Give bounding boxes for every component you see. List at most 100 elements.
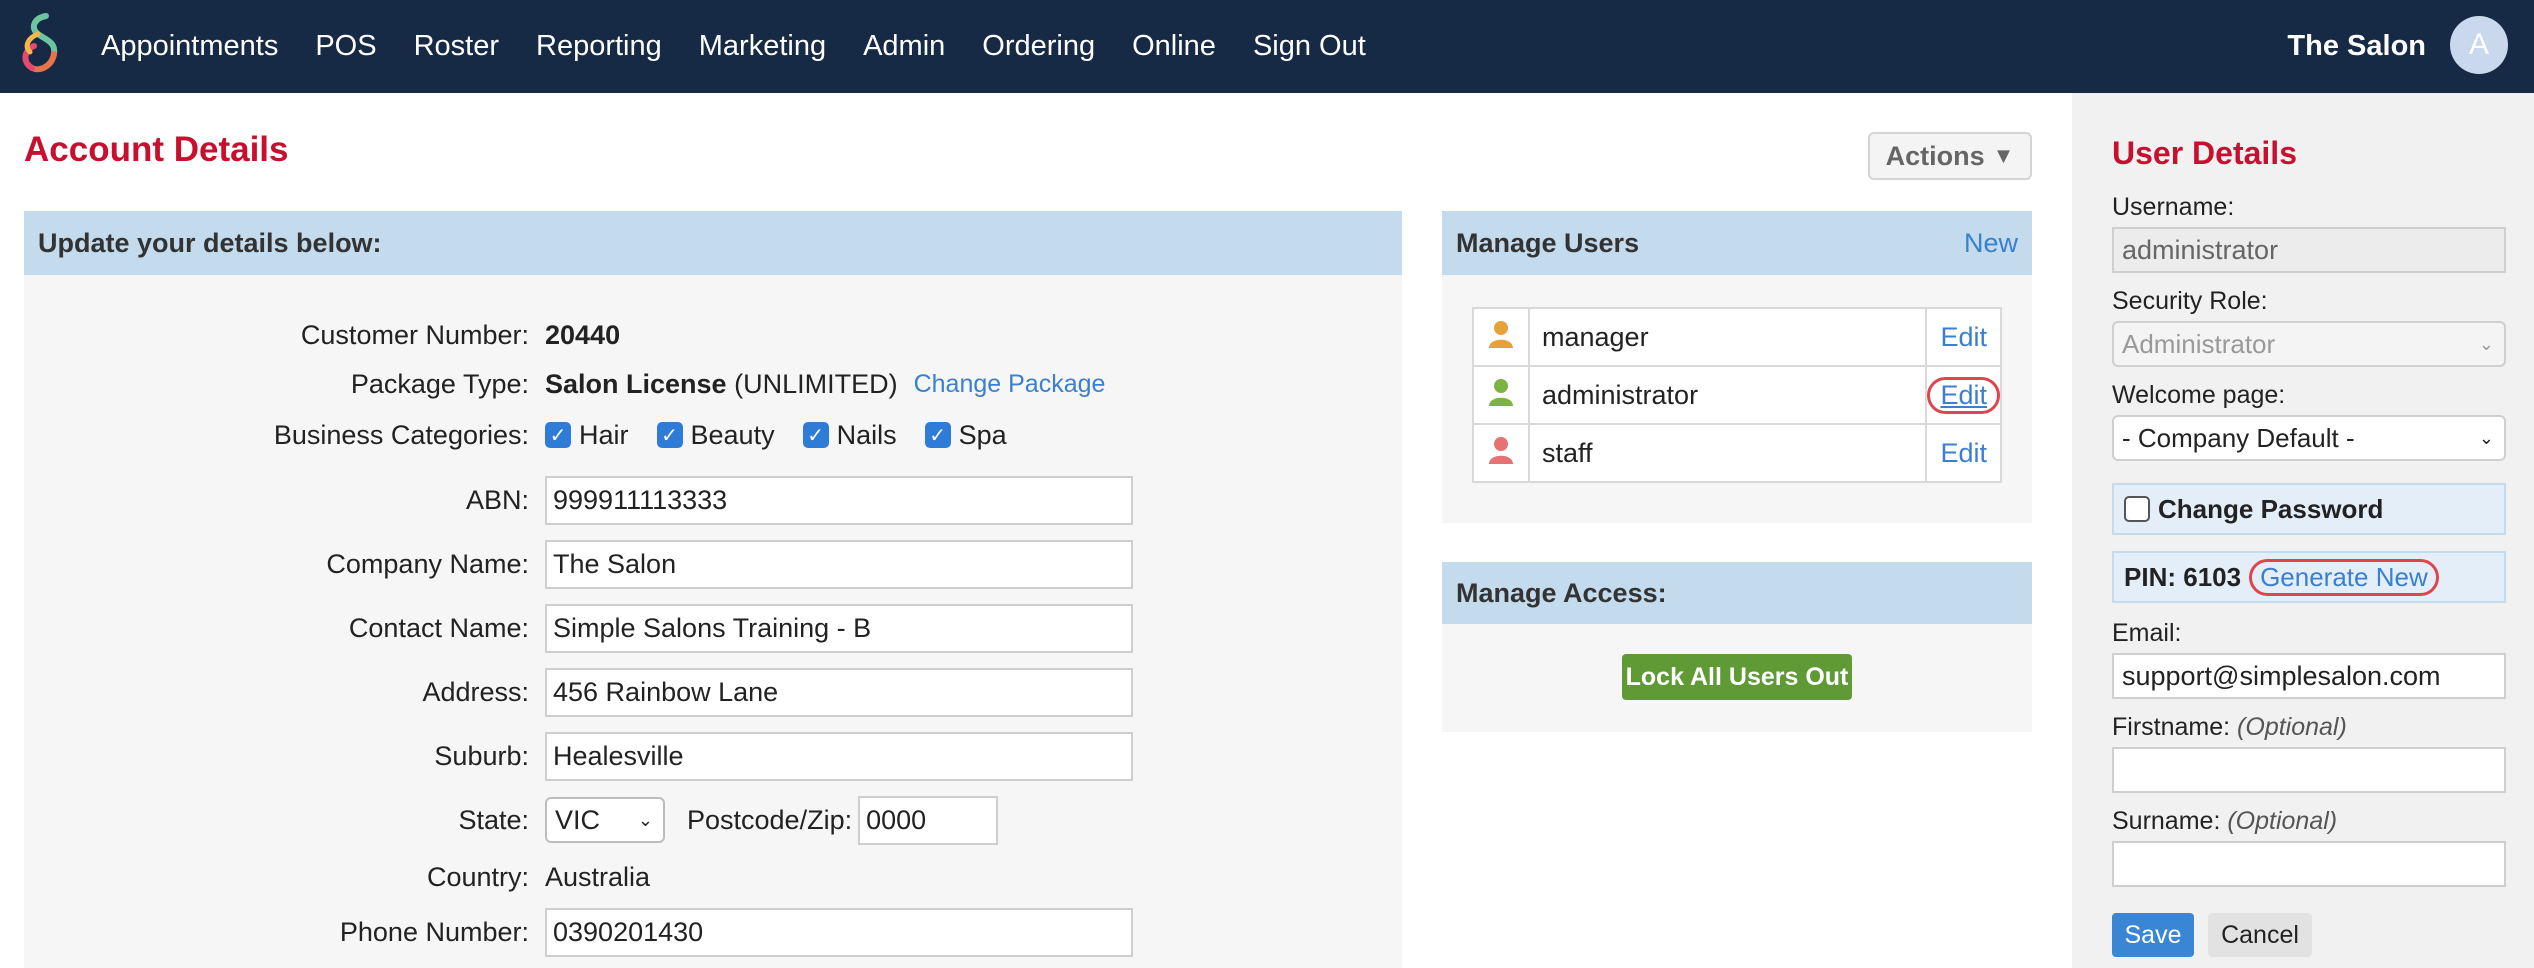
pin-box: PIN: 6103 Generate New	[2112, 551, 2506, 603]
customer-number-row: Customer Number: 20440	[24, 315, 1402, 355]
manage-access-header: Manage Access:	[1442, 562, 2032, 624]
lock-all-users-button[interactable]: Lock All Users Out	[1622, 654, 1852, 700]
security-role-label: Security Role:	[2112, 287, 2268, 315]
users-table: manager Edit administrator Edit staff Ed…	[1472, 307, 2002, 483]
chevron-down-icon: ⌄	[2478, 333, 2494, 354]
nails-label: Nails	[836, 419, 897, 450]
table-row: manager Edit	[1472, 307, 2002, 367]
spa-label: Spa	[958, 419, 1007, 450]
phone-row: Phone Number: 0390201430	[24, 907, 1402, 957]
avatar[interactable]: A	[2450, 16, 2508, 74]
user-details-title: User Details	[2112, 135, 2297, 171]
abn-label: ABN:	[465, 484, 529, 515]
firstname-input[interactable]	[2112, 747, 2506, 793]
change-password-checkbox[interactable]	[2124, 496, 2150, 522]
state-row: State: VIC ⌄ Postcode/Zip: 0000	[24, 795, 1402, 845]
state-select[interactable]: VIC ⌄	[545, 797, 665, 843]
hair-label: Hair	[579, 419, 629, 450]
beauty-label: Beauty	[690, 419, 775, 450]
company-name-row: Company Name: The Salon	[24, 539, 1402, 589]
change-package-link[interactable]: Change Package	[914, 370, 1106, 399]
pin-value: 6103	[2183, 561, 2242, 592]
security-role-value: Administrator	[2122, 328, 2276, 359]
change-password-label: Change Password	[2158, 493, 2384, 524]
postcode-input[interactable]: 0000	[858, 795, 999, 845]
nav-marketing[interactable]: Marketing	[699, 30, 826, 63]
nav-admin[interactable]: Admin	[863, 30, 945, 63]
generate-new-pin-link[interactable]: Generate New	[2249, 558, 2439, 596]
edit-user-link[interactable]: Edit	[1940, 322, 1987, 352]
business-categories-label: Business Categories:	[273, 419, 529, 450]
beauty-checkbox[interactable]: ✓	[656, 422, 683, 448]
spa-checkbox[interactable]: ✓	[924, 422, 951, 448]
customer-number-label: Customer Number:	[300, 319, 529, 350]
country-row: Country: Australia	[24, 857, 1402, 897]
customer-number-value: 20440	[545, 319, 621, 350]
package-name: Salon License	[545, 368, 727, 399]
edit-user-link[interactable]: Edit	[1927, 376, 2000, 414]
package-type-row: Package Type: Salon License (UNLIMITED) …	[24, 364, 1402, 404]
address-label: Address:	[422, 676, 529, 707]
user-icon	[1489, 436, 1513, 464]
new-user-link[interactable]: New	[1964, 228, 2018, 259]
salon-name: The Salon	[2287, 30, 2426, 62]
suburb-input[interactable]: Healesville	[545, 731, 1133, 781]
username-input: administrator	[2112, 227, 2506, 273]
manage-users-header: Manage Users New	[1442, 211, 2032, 275]
package-type-value: Salon License (UNLIMITED) Change Package	[545, 369, 1105, 400]
hair-checkbox[interactable]: ✓	[545, 422, 571, 448]
suburb-label: Suburb:	[434, 740, 529, 771]
postcode-label: Postcode/Zip:	[687, 804, 853, 835]
account-panel-header: Update your details below:	[24, 211, 1402, 275]
user-details-sidebar: User Details Username: administrator Sec…	[2072, 93, 2534, 968]
user-icon	[1489, 320, 1513, 348]
manage-users-title: Manage Users	[1456, 227, 1640, 258]
nav-roster[interactable]: Roster	[414, 30, 499, 63]
manage-access-panel: Manage Access: Lock All Users Out	[1442, 562, 2032, 732]
contact-name-row: Contact Name: Simple Salons Training - B	[24, 603, 1402, 653]
business-categories: ✓ Hair ✓ Beauty ✓ Nails ✓ Spa	[545, 420, 1007, 451]
pin-label: PIN:	[2124, 561, 2176, 592]
nav-appointments[interactable]: Appointments	[101, 30, 278, 63]
nails-checkbox[interactable]: ✓	[802, 422, 829, 448]
phone-input[interactable]: 0390201430	[545, 907, 1133, 957]
address-row: Address: 456 Rainbow Lane	[24, 667, 1402, 717]
company-name-label: Company Name:	[326, 548, 529, 579]
main-menu: Appointments POS Roster Reporting Market…	[101, 0, 1403, 93]
company-name-input[interactable]: The Salon	[545, 539, 1133, 589]
nav-ordering[interactable]: Ordering	[982, 30, 1095, 63]
user-name: manager	[1527, 307, 1928, 367]
welcome-page-label: Welcome page:	[2112, 381, 2286, 409]
surname-label: Surname:	[2112, 807, 2221, 835]
surname-input[interactable]	[2112, 841, 2506, 887]
actions-button[interactable]: Actions ▼	[1868, 132, 2032, 180]
abn-row: ABN: 999911113333	[24, 475, 1402, 525]
user-name: administrator	[1527, 365, 1928, 425]
nav-pos[interactable]: POS	[315, 30, 376, 63]
cancel-button[interactable]: Cancel	[2208, 913, 2312, 957]
nav-sign-out[interactable]: Sign Out	[1253, 30, 1366, 63]
page-title: Account Details	[24, 130, 289, 169]
edit-user-link[interactable]: Edit	[1940, 438, 1987, 468]
contact-name-label: Contact Name:	[348, 612, 529, 643]
address-input[interactable]: 456 Rainbow Lane	[545, 667, 1133, 717]
firstname-label: Firstname:	[2112, 713, 2231, 741]
save-button[interactable]: Save	[2112, 913, 2194, 957]
actions-label: Actions	[1885, 140, 1985, 171]
country-label: Country:	[426, 861, 529, 892]
welcome-page-value: - Company Default -	[2122, 422, 2355, 453]
state-label: State:	[458, 804, 529, 835]
welcome-page-select[interactable]: - Company Default - ⌄	[2112, 415, 2506, 461]
optional-hint: (Optional)	[2227, 807, 2338, 835]
email-input[interactable]: support@simplesalon.com	[2112, 653, 2506, 699]
chevron-down-icon: ⌄	[2478, 427, 2494, 448]
country-value: Australia	[545, 861, 651, 892]
nav-online[interactable]: Online	[1132, 30, 1216, 63]
manage-users-panel: Manage Users New manager Edit administra…	[1442, 211, 2032, 523]
firstname-label-row: Firstname: (Optional)	[2112, 713, 2347, 742]
contact-name-input[interactable]: Simple Salons Training - B	[545, 603, 1133, 653]
nav-reporting[interactable]: Reporting	[536, 30, 662, 63]
app-logo-icon[interactable]	[16, 12, 70, 78]
email-label: Email:	[2112, 619, 2182, 647]
abn-input[interactable]: 999911113333	[545, 475, 1133, 525]
